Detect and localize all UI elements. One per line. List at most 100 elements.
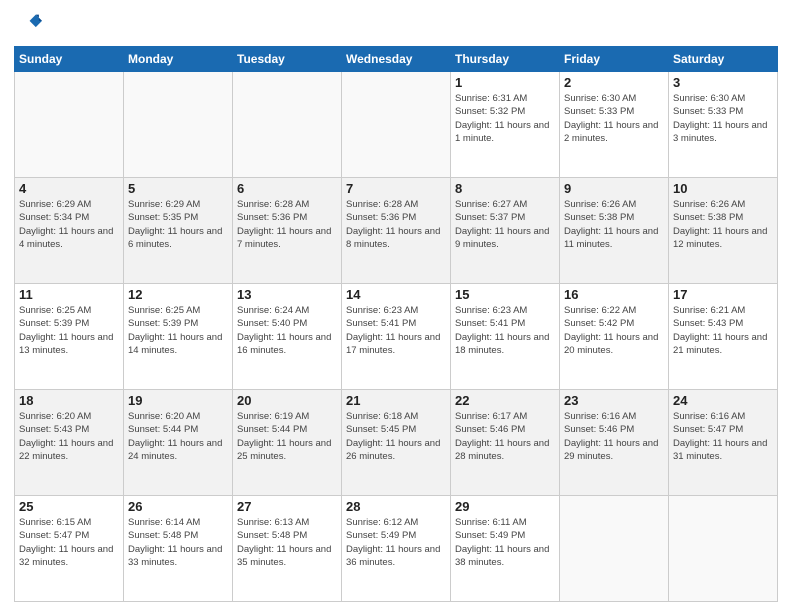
day-cell: 10 Sunrise: 6:26 AM Sunset: 5:38 PM Dayli… bbox=[669, 178, 778, 284]
day-cell: 29Sunrise: 6:11 AM Sunset: 5:49 PM Dayli… bbox=[451, 496, 560, 602]
day-info: Sunrise: 6:17 AM Sunset: 5:46 PM Dayligh… bbox=[455, 410, 555, 463]
day-cell bbox=[560, 496, 669, 602]
day-number: 2 bbox=[564, 75, 664, 90]
header-day-tuesday: Tuesday bbox=[233, 47, 342, 72]
day-cell: 4 Sunrise: 6:29 AM Sunset: 5:34 PM Daylig… bbox=[15, 178, 124, 284]
day-info: Sunrise: 6:16 AM Sunset: 5:47 PM Dayligh… bbox=[673, 410, 773, 463]
day-number: 10 bbox=[673, 181, 773, 196]
day-number: 26 bbox=[128, 499, 228, 514]
day-number: 24 bbox=[673, 393, 773, 408]
day-cell: 11Sunrise: 6:25 AM Sunset: 5:39 PM Dayli… bbox=[15, 284, 124, 390]
day-info: Sunrise: 6:22 AM Sunset: 5:42 PM Dayligh… bbox=[564, 304, 664, 357]
header-day-sunday: Sunday bbox=[15, 47, 124, 72]
day-number: 14 bbox=[346, 287, 446, 302]
day-number: 29 bbox=[455, 499, 555, 514]
day-cell: 18Sunrise: 6:20 AM Sunset: 5:43 PM Dayli… bbox=[15, 390, 124, 496]
week-row-2: 4 Sunrise: 6:29 AM Sunset: 5:34 PM Daylig… bbox=[15, 178, 778, 284]
header-day-thursday: Thursday bbox=[451, 47, 560, 72]
day-cell bbox=[233, 72, 342, 178]
day-info: Sunrise: 6:19 AM Sunset: 5:44 PM Dayligh… bbox=[237, 410, 337, 463]
day-number: 28 bbox=[346, 499, 446, 514]
day-number: 5 bbox=[128, 181, 228, 196]
day-number: 16 bbox=[564, 287, 664, 302]
calendar-body: 1 Sunrise: 6:31 AM Sunset: 5:32 PM Daylig… bbox=[15, 72, 778, 602]
day-cell: 7 Sunrise: 6:28 AM Sunset: 5:36 PM Daylig… bbox=[342, 178, 451, 284]
day-number: 25 bbox=[19, 499, 119, 514]
day-number: 8 bbox=[455, 181, 555, 196]
day-info: Sunrise: 6:29 AM Sunset: 5:35 PM Dayligh… bbox=[128, 198, 228, 251]
day-cell: 17 Sunrise: 6:21 AM Sunset: 5:43 PM Dayli… bbox=[669, 284, 778, 390]
day-info: Sunrise: 6:28 AM Sunset: 5:36 PM Dayligh… bbox=[237, 198, 337, 251]
day-cell: 26Sunrise: 6:14 AM Sunset: 5:48 PM Dayli… bbox=[124, 496, 233, 602]
day-cell bbox=[669, 496, 778, 602]
day-info: Sunrise: 6:28 AM Sunset: 5:36 PM Dayligh… bbox=[346, 198, 446, 251]
day-cell: 12 Sunrise: 6:25 AM Sunset: 5:39 PM Dayli… bbox=[124, 284, 233, 390]
week-row-4: 18Sunrise: 6:20 AM Sunset: 5:43 PM Dayli… bbox=[15, 390, 778, 496]
header bbox=[14, 10, 778, 38]
day-cell: 24 Sunrise: 6:16 AM Sunset: 5:47 PM Dayli… bbox=[669, 390, 778, 496]
day-number: 23 bbox=[564, 393, 664, 408]
day-number: 27 bbox=[237, 499, 337, 514]
day-cell: 14 Sunrise: 6:23 AM Sunset: 5:41 PM Dayli… bbox=[342, 284, 451, 390]
day-cell: 23 Sunrise: 6:16 AM Sunset: 5:46 PM Dayli… bbox=[560, 390, 669, 496]
day-number: 4 bbox=[19, 181, 119, 196]
day-info: Sunrise: 6:23 AM Sunset: 5:41 PM Dayligh… bbox=[346, 304, 446, 357]
day-info: Sunrise: 6:26 AM Sunset: 5:38 PM Dayligh… bbox=[564, 198, 664, 251]
header-day-wednesday: Wednesday bbox=[342, 47, 451, 72]
day-info: Sunrise: 6:20 AM Sunset: 5:43 PM Dayligh… bbox=[19, 410, 119, 463]
day-info: Sunrise: 6:25 AM Sunset: 5:39 PM Dayligh… bbox=[128, 304, 228, 357]
day-info: Sunrise: 6:20 AM Sunset: 5:44 PM Dayligh… bbox=[128, 410, 228, 463]
week-row-5: 25 Sunrise: 6:15 AM Sunset: 5:47 PM Dayli… bbox=[15, 496, 778, 602]
header-day-monday: Monday bbox=[124, 47, 233, 72]
day-number: 12 bbox=[128, 287, 228, 302]
logo bbox=[14, 10, 46, 38]
day-cell: 1 Sunrise: 6:31 AM Sunset: 5:32 PM Daylig… bbox=[451, 72, 560, 178]
day-info: Sunrise: 6:27 AM Sunset: 5:37 PM Dayligh… bbox=[455, 198, 555, 251]
day-info: Sunrise: 6:13 AM Sunset: 5:48 PM Dayligh… bbox=[237, 516, 337, 569]
day-cell bbox=[124, 72, 233, 178]
day-info: Sunrise: 6:30 AM Sunset: 5:33 PM Dayligh… bbox=[673, 92, 773, 145]
day-number: 1 bbox=[455, 75, 555, 90]
day-number: 22 bbox=[455, 393, 555, 408]
day-info: Sunrise: 6:21 AM Sunset: 5:43 PM Dayligh… bbox=[673, 304, 773, 357]
day-number: 20 bbox=[237, 393, 337, 408]
day-number: 3 bbox=[673, 75, 773, 90]
logo-icon bbox=[14, 10, 42, 38]
day-cell: 3 Sunrise: 6:30 AM Sunset: 5:33 PM Daylig… bbox=[669, 72, 778, 178]
day-cell: 27 Sunrise: 6:13 AM Sunset: 5:48 PM Dayli… bbox=[233, 496, 342, 602]
week-row-3: 11 Sunrise: 6:25 AM Sunset: 5:39 PM Dayli… bbox=[15, 284, 778, 390]
day-info: Sunrise: 6:24 AM Sunset: 5:40 PM Dayligh… bbox=[237, 304, 337, 357]
day-info: Sunrise: 6:26 AM Sunset: 5:38 PM Dayligh… bbox=[673, 198, 773, 251]
day-info: Sunrise: 6:30 AM Sunset: 5:33 PM Dayligh… bbox=[564, 92, 664, 145]
day-cell: 2 Sunrise: 6:30 AM Sunset: 5:33 PM Daylig… bbox=[560, 72, 669, 178]
header-row: SundayMondayTuesdayWednesdayThursdayFrid… bbox=[15, 47, 778, 72]
day-info: Sunrise: 6:12 AM Sunset: 5:49 PM Dayligh… bbox=[346, 516, 446, 569]
day-cell: 28 Sunrise: 6:12 AM Sunset: 5:49 PM Dayli… bbox=[342, 496, 451, 602]
day-number: 11 bbox=[19, 287, 119, 302]
day-info: Sunrise: 6:31 AM Sunset: 5:32 PM Dayligh… bbox=[455, 92, 555, 145]
day-info: Sunrise: 6:18 AM Sunset: 5:45 PM Dayligh… bbox=[346, 410, 446, 463]
day-number: 17 bbox=[673, 287, 773, 302]
day-number: 9 bbox=[564, 181, 664, 196]
day-number: 19 bbox=[128, 393, 228, 408]
day-cell: 9 Sunrise: 6:26 AM Sunset: 5:38 PM Daylig… bbox=[560, 178, 669, 284]
calendar-table: SundayMondayTuesdayWednesdayThursdayFrid… bbox=[14, 46, 778, 602]
day-cell: 15 Sunrise: 6:23 AM Sunset: 5:41 PM Dayli… bbox=[451, 284, 560, 390]
day-info: Sunrise: 6:16 AM Sunset: 5:46 PM Dayligh… bbox=[564, 410, 664, 463]
day-number: 15 bbox=[455, 287, 555, 302]
day-info: Sunrise: 6:29 AM Sunset: 5:34 PM Dayligh… bbox=[19, 198, 119, 251]
day-info: Sunrise: 6:23 AM Sunset: 5:41 PM Dayligh… bbox=[455, 304, 555, 357]
day-number: 6 bbox=[237, 181, 337, 196]
day-cell: 21Sunrise: 6:18 AM Sunset: 5:45 PM Dayli… bbox=[342, 390, 451, 496]
calendar-header: SundayMondayTuesdayWednesdayThursdayFrid… bbox=[15, 47, 778, 72]
day-cell: 5 Sunrise: 6:29 AM Sunset: 5:35 PM Daylig… bbox=[124, 178, 233, 284]
day-cell: 22 Sunrise: 6:17 AM Sunset: 5:46 PM Dayli… bbox=[451, 390, 560, 496]
page: SundayMondayTuesdayWednesdayThursdayFrid… bbox=[0, 0, 792, 612]
day-cell: 6 Sunrise: 6:28 AM Sunset: 5:36 PM Daylig… bbox=[233, 178, 342, 284]
day-cell bbox=[342, 72, 451, 178]
week-row-1: 1 Sunrise: 6:31 AM Sunset: 5:32 PM Daylig… bbox=[15, 72, 778, 178]
day-number: 13 bbox=[237, 287, 337, 302]
day-cell bbox=[15, 72, 124, 178]
day-info: Sunrise: 6:15 AM Sunset: 5:47 PM Dayligh… bbox=[19, 516, 119, 569]
day-number: 7 bbox=[346, 181, 446, 196]
